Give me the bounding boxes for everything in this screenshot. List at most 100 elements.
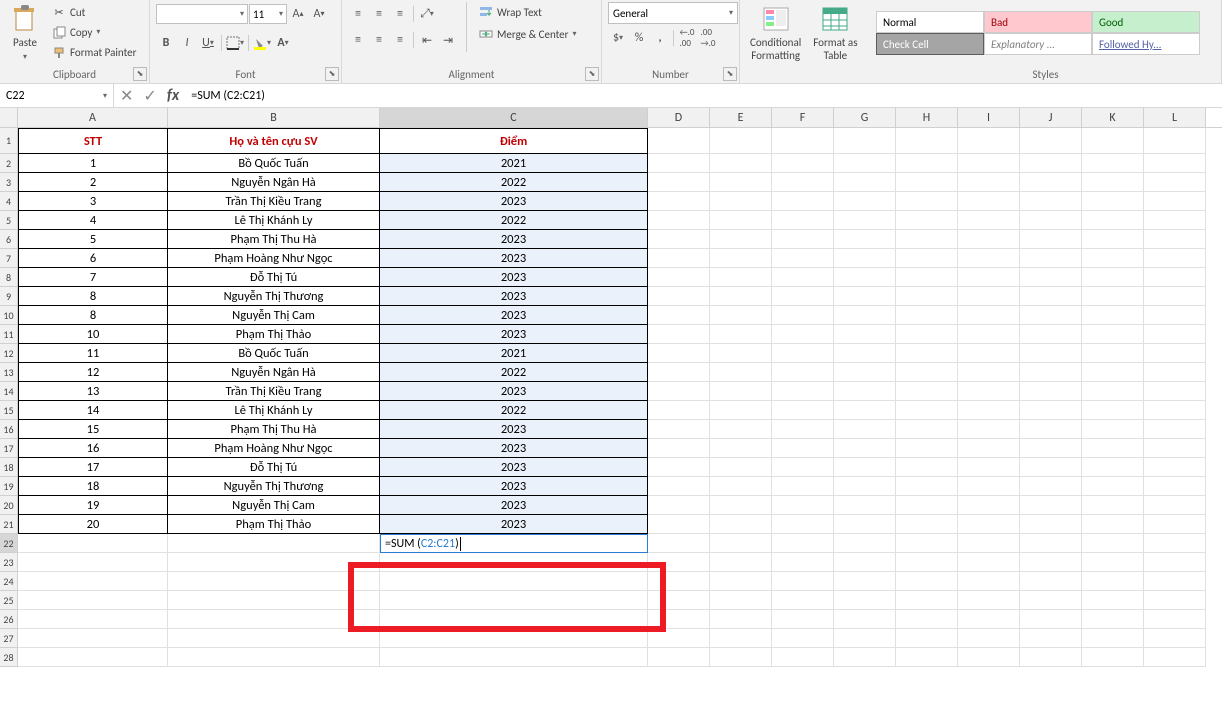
cell-empty[interactable]	[648, 572, 710, 591]
cell-empty[interactable]	[710, 306, 772, 325]
cell-empty[interactable]	[1020, 477, 1082, 496]
cell-empty[interactable]	[1144, 477, 1206, 496]
font-dialog-launcher[interactable]: ⬊	[325, 67, 339, 81]
cell-empty[interactable]	[710, 382, 772, 401]
cell-stt[interactable]: 2	[18, 173, 168, 192]
cell-empty[interactable]	[1082, 268, 1144, 287]
cell-score[interactable]: 2023	[380, 382, 648, 401]
cell-empty[interactable]	[772, 230, 834, 249]
cell-stt[interactable]: 10	[18, 325, 168, 344]
cell-name[interactable]: Lê Thị Khánh Ly	[168, 401, 380, 420]
cell-empty[interactable]	[648, 325, 710, 344]
cell-empty[interactable]	[958, 572, 1020, 591]
cell-empty[interactable]	[834, 325, 896, 344]
cell-empty[interactable]	[772, 648, 834, 667]
cell-empty[interactable]	[1020, 572, 1082, 591]
cell-empty[interactable]	[958, 553, 1020, 572]
cell-empty[interactable]	[648, 268, 710, 287]
cell-empty[interactable]	[896, 382, 958, 401]
cell-empty[interactable]	[168, 572, 380, 591]
cell-empty[interactable]	[834, 534, 896, 553]
cell-empty[interactable]	[772, 439, 834, 458]
cell-empty[interactable]	[710, 534, 772, 553]
cell-score[interactable]: 2023	[380, 477, 648, 496]
row-header-22[interactable]: 22	[0, 534, 18, 553]
cell-empty[interactable]	[1144, 192, 1206, 211]
cell-empty[interactable]	[1020, 648, 1082, 667]
cell-empty[interactable]	[1082, 477, 1144, 496]
cell-empty[interactable]	[772, 211, 834, 230]
cell-empty[interactable]	[648, 382, 710, 401]
cell-empty[interactable]	[834, 344, 896, 363]
fill-color-button[interactable]: ▾	[252, 33, 272, 53]
cell-score[interactable]: 2023	[380, 515, 648, 534]
cell-empty[interactable]	[896, 458, 958, 477]
header-stt[interactable]: STT	[18, 128, 168, 154]
cell-empty[interactable]	[380, 610, 648, 629]
cell-empty[interactable]	[958, 496, 1020, 515]
cell-empty[interactable]	[958, 173, 1020, 192]
cell-empty[interactable]	[834, 515, 896, 534]
cell-empty[interactable]	[834, 477, 896, 496]
increase-font-button[interactable]: A▴	[288, 4, 308, 24]
cell-B22[interactable]	[168, 534, 380, 553]
style-bad[interactable]: Bad	[984, 11, 1092, 33]
number-dialog-launcher[interactable]: ⬊	[723, 67, 737, 81]
row-header-15[interactable]: 15	[0, 401, 18, 420]
cell-empty[interactable]	[772, 401, 834, 420]
cell-empty[interactable]	[958, 249, 1020, 268]
column-header-D[interactable]: D	[648, 108, 710, 127]
cell-empty[interactable]	[834, 154, 896, 173]
cell-stt[interactable]: 5	[18, 230, 168, 249]
cell-empty[interactable]	[710, 249, 772, 268]
cell-stt[interactable]: 20	[18, 515, 168, 534]
cell-empty[interactable]	[958, 439, 1020, 458]
decrease-indent-button[interactable]: ⇤	[417, 30, 437, 50]
cell-empty[interactable]	[1020, 610, 1082, 629]
cell-empty[interactable]	[896, 572, 958, 591]
cell-empty[interactable]	[834, 173, 896, 192]
cell-empty[interactable]	[834, 401, 896, 420]
cell-empty[interactable]	[1020, 439, 1082, 458]
cell-name[interactable]: Trần Thị Kiều Trang	[168, 192, 380, 211]
cell-empty[interactable]	[168, 591, 380, 610]
cell-empty[interactable]	[710, 401, 772, 420]
italic-button[interactable]: I	[177, 33, 197, 53]
row-header-6[interactable]: 6	[0, 230, 18, 249]
cell-stt[interactable]: 19	[18, 496, 168, 515]
cell-empty[interactable]	[896, 154, 958, 173]
cell-empty[interactable]	[1144, 325, 1206, 344]
cell-name[interactable]: Đỗ Thị Tú	[168, 458, 380, 477]
cell-name[interactable]: Nguyễn Thị Cam	[168, 496, 380, 515]
cell-empty[interactable]	[710, 154, 772, 173]
cell-empty[interactable]	[710, 515, 772, 534]
cell-empty[interactable]	[710, 629, 772, 648]
accounting-button[interactable]: $ ▾	[608, 28, 628, 48]
cell-empty[interactable]	[648, 591, 710, 610]
cell-empty[interactable]	[834, 287, 896, 306]
underline-button[interactable]: U ▾	[198, 33, 218, 53]
cell-name[interactable]: Nguyễn Thị Thương	[168, 477, 380, 496]
cell-empty[interactable]	[1020, 287, 1082, 306]
cell-empty[interactable]	[958, 515, 1020, 534]
cell-empty[interactable]	[1144, 534, 1206, 553]
cell-empty[interactable]	[18, 591, 168, 610]
cell-C22-editing[interactable]: =SUM (C2:C21)	[380, 534, 648, 553]
cell-stt[interactable]: 1	[18, 154, 168, 173]
cell-empty[interactable]	[772, 420, 834, 439]
cell-empty[interactable]	[834, 268, 896, 287]
cell-empty[interactable]	[710, 496, 772, 515]
cell-empty[interactable]	[1020, 382, 1082, 401]
cell-empty[interactable]	[18, 553, 168, 572]
cell-empty[interactable]	[648, 648, 710, 667]
cell-stt[interactable]: 8	[18, 306, 168, 325]
cell-empty[interactable]	[380, 629, 648, 648]
cell-empty[interactable]	[168, 553, 380, 572]
cell-empty[interactable]	[772, 249, 834, 268]
cell-empty[interactable]	[1082, 173, 1144, 192]
row-header-28[interactable]: 28	[0, 648, 18, 667]
cell-empty[interactable]	[1020, 553, 1082, 572]
cell-empty[interactable]	[648, 610, 710, 629]
cell-empty[interactable]	[648, 477, 710, 496]
column-header-E[interactable]: E	[710, 108, 772, 127]
